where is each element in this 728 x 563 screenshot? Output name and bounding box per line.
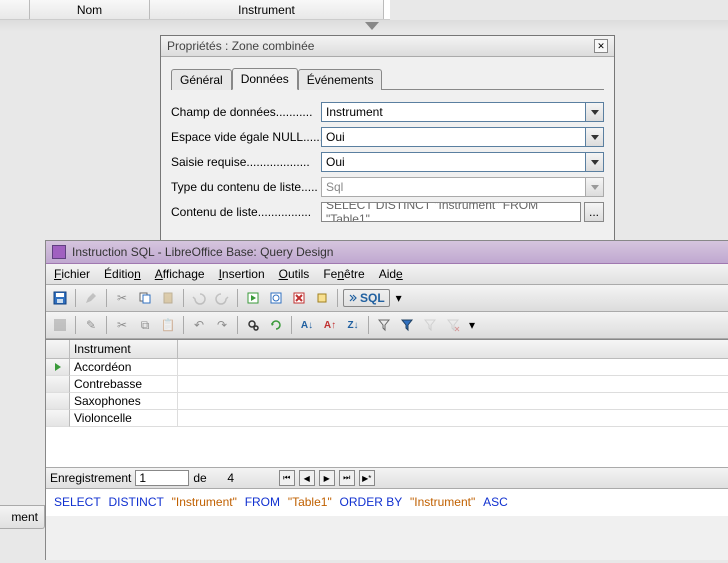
current-row-icon bbox=[55, 363, 61, 371]
null-combo[interactable]: Oui bbox=[321, 127, 586, 147]
tab-general[interactable]: Général bbox=[171, 69, 232, 90]
result-grid: Instrument Accordéon Contrebasse Saxopho… bbox=[46, 339, 728, 516]
filter-standard-icon[interactable] bbox=[397, 315, 417, 335]
window-title: Instruction SQL - LibreOffice Base: Quer… bbox=[72, 245, 333, 259]
paste-icon bbox=[158, 288, 178, 308]
undo-icon: ↶ bbox=[189, 315, 209, 335]
row-marker[interactable] bbox=[46, 359, 70, 376]
chevron-down-icon[interactable]: ▾ bbox=[393, 288, 405, 308]
save-icon bbox=[50, 315, 70, 335]
run-stop-icon[interactable] bbox=[289, 288, 309, 308]
row-marker[interactable] bbox=[46, 410, 70, 427]
row-marker[interactable] bbox=[46, 393, 70, 410]
menu-file[interactable]: Fichier bbox=[54, 267, 90, 281]
cut-icon: ✂ bbox=[112, 315, 132, 335]
column-header-row: Nom Instrument bbox=[0, 0, 390, 20]
menu-window[interactable]: Fenêtre bbox=[323, 267, 364, 281]
app-icon bbox=[52, 245, 66, 259]
label-list-type: Type du contenu de liste..... bbox=[171, 180, 321, 194]
nav-prev-icon[interactable]: ◀ bbox=[299, 470, 315, 486]
grid-cell[interactable]: Violoncelle bbox=[70, 410, 178, 427]
sql-editor[interactable]: SELECT DISTINCT "Instrument" FROM "Table… bbox=[46, 489, 728, 516]
menu-insert[interactable]: Insertion bbox=[219, 267, 265, 281]
undo-icon bbox=[189, 288, 209, 308]
dialog-title: Propriétés : Zone combinée bbox=[167, 39, 594, 53]
column-header-nom[interactable]: Nom bbox=[30, 0, 150, 19]
grid-column-header[interactable]: Instrument bbox=[70, 340, 178, 359]
menu-tools[interactable]: Outils bbox=[279, 267, 310, 281]
record-of: de bbox=[193, 471, 206, 485]
list-content-combo[interactable]: SELECT DISTINCT "Instrument" FROM "Table… bbox=[321, 202, 581, 222]
tab-data[interactable]: Données bbox=[232, 68, 298, 90]
tab-events[interactable]: Événements bbox=[298, 69, 383, 90]
save-icon[interactable] bbox=[50, 288, 70, 308]
menu-bar: Fichier Édition Affichage Insertion Outi… bbox=[46, 264, 728, 285]
list-type-combo: Sql bbox=[321, 177, 586, 197]
record-total: 4 bbox=[211, 471, 251, 485]
query-design-window: Instruction SQL - LibreOffice Base: Quer… bbox=[45, 240, 728, 560]
grid-cell[interactable]: Accordéon bbox=[70, 359, 178, 376]
sort-az-icon[interactable]: A↑ bbox=[320, 315, 340, 335]
chevron-down-icon[interactable] bbox=[586, 102, 604, 122]
refresh-icon[interactable] bbox=[266, 315, 286, 335]
menu-view[interactable]: Affichage bbox=[155, 267, 205, 281]
required-combo[interactable]: Oui bbox=[321, 152, 586, 172]
redo-icon: ↷ bbox=[212, 315, 232, 335]
record-label: Enregistrement bbox=[50, 471, 131, 485]
tab-strip: Général Données Événements bbox=[171, 67, 604, 90]
grid-cell[interactable]: Contrebasse bbox=[70, 376, 178, 393]
filter-remove-icon bbox=[443, 315, 463, 335]
label-required: Saisie requise................... bbox=[171, 155, 321, 169]
record-current-input[interactable]: 1 bbox=[135, 470, 189, 486]
paste-icon: 📋 bbox=[158, 315, 178, 335]
run-refresh-icon[interactable] bbox=[243, 288, 263, 308]
nav-first-icon[interactable]: ⏮ bbox=[279, 470, 295, 486]
clear-icon[interactable] bbox=[312, 288, 332, 308]
column-header-instrument[interactable]: Instrument bbox=[150, 0, 384, 19]
more-button[interactable]: ... bbox=[584, 202, 604, 222]
label-data-field: Champ de données........... bbox=[171, 105, 321, 119]
chevron-down-icon bbox=[586, 177, 604, 197]
copy-icon[interactable] bbox=[135, 288, 155, 308]
edit-icon bbox=[81, 288, 101, 308]
copy-icon: ⧉ bbox=[135, 315, 155, 335]
filter-icon bbox=[420, 315, 440, 335]
refresh-blue-icon[interactable] bbox=[266, 288, 286, 308]
dialog-titlebar[interactable]: Propriétés : Zone combinée ✕ bbox=[161, 36, 614, 57]
sort-asc-icon[interactable]: A↓ bbox=[297, 315, 317, 335]
find-icon[interactable] bbox=[243, 315, 263, 335]
properties-dialog: Propriétés : Zone combinée ✕ Général Don… bbox=[160, 35, 615, 242]
sort-desc-icon[interactable]: Z↓ bbox=[343, 315, 363, 335]
row-selector-header bbox=[0, 0, 30, 19]
label-null: Espace vide égale NULL...... bbox=[171, 130, 321, 144]
row-header-corner bbox=[46, 340, 70, 359]
redo-icon bbox=[212, 288, 232, 308]
chevron-down-icon[interactable] bbox=[586, 127, 604, 147]
label-list-content: Contenu de liste................ bbox=[171, 205, 321, 219]
toolbar-2: ✎ ✂ ⧉ 📋 ↶ ↷ A↓ A↑ Z↓ ▾ bbox=[46, 312, 728, 339]
edit-icon: ✎ bbox=[81, 315, 101, 335]
menu-edit[interactable]: Édition bbox=[104, 267, 141, 281]
nav-last-icon[interactable]: ⏭ bbox=[339, 470, 355, 486]
row-marker[interactable] bbox=[46, 376, 70, 393]
record-nav-bar: Enregistrement 1 de 4 ⏮ ◀ ▶ ⏭ ▶* bbox=[46, 467, 728, 489]
filter-auto-icon[interactable] bbox=[374, 315, 394, 335]
nav-next-icon[interactable]: ▶ bbox=[319, 470, 335, 486]
sql-view-toggle[interactable]: SQL bbox=[343, 289, 390, 307]
chevron-down-icon[interactable] bbox=[586, 152, 604, 172]
menu-help[interactable]: Aide bbox=[379, 267, 403, 281]
cut-icon: ✂ bbox=[112, 288, 132, 308]
left-fragment-tab: ment bbox=[0, 505, 45, 529]
grid-cell[interactable]: Saxophones bbox=[70, 393, 178, 410]
close-icon[interactable]: ✕ bbox=[594, 39, 608, 53]
grid-blank-header bbox=[178, 340, 728, 359]
window-titlebar[interactable]: Instruction SQL - LibreOffice Base: Quer… bbox=[46, 241, 728, 264]
data-field-combo[interactable]: Instrument bbox=[321, 102, 586, 122]
chevron-down-icon[interactable]: ▾ bbox=[466, 315, 478, 335]
toolbar-1: ✂ SQL ▾ bbox=[46, 285, 728, 312]
nav-new-icon[interactable]: ▶* bbox=[359, 470, 375, 486]
